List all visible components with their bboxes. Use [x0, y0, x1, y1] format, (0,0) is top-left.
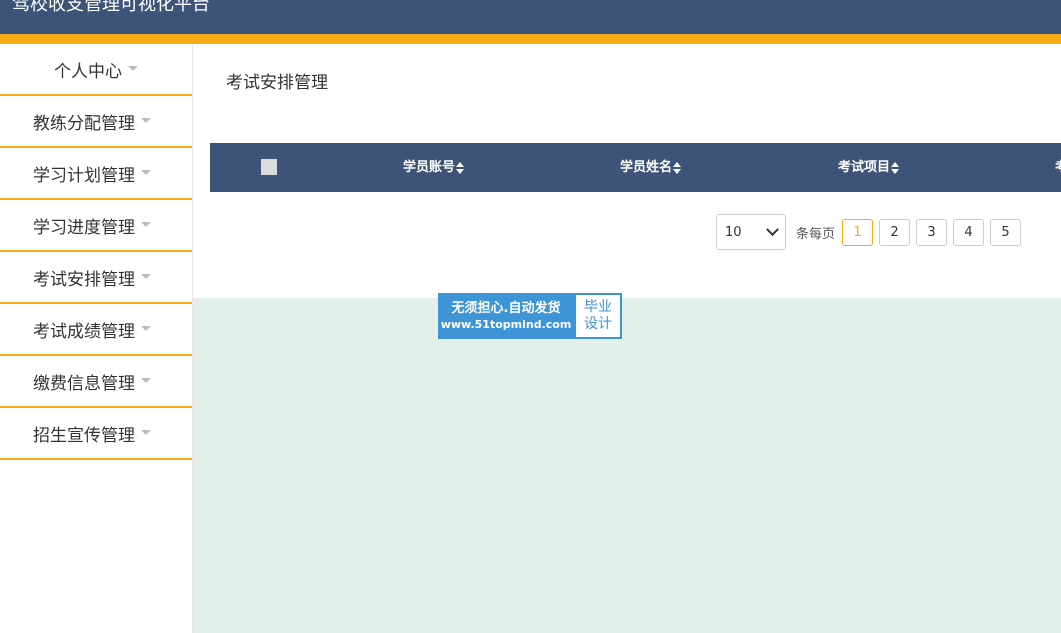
sidebar-item-enrollment-promo[interactable]: 招生宣传管理	[0, 408, 192, 460]
column-label: 考试项目	[838, 160, 891, 175]
page-title: 考试安排管理	[226, 73, 328, 93]
chevron-down-icon	[766, 222, 779, 236]
page-button-3[interactable]: 3	[916, 218, 948, 246]
sidebar-item-label: 学习进度管理	[33, 217, 135, 238]
column-header-truncated[interactable]: 考	[1055, 143, 1061, 192]
column-header-student-account[interactable]: 学员账号	[403, 143, 465, 192]
watermark-badge-line: 设计	[584, 316, 612, 332]
sidebar-item-label: 招生宣传管理	[33, 425, 135, 446]
caret-down-icon	[141, 117, 151, 123]
header-accent-bar	[0, 34, 1061, 44]
top-header: 驾校收支管理可视化平台	[0, 0, 1061, 34]
sidebar-item-exam-schedule[interactable]: 考试安排管理	[0, 252, 192, 304]
watermark-badge: 毕业 设计	[574, 293, 622, 339]
column-label: 学员账号	[403, 160, 456, 175]
sidebar-item-coach-assignment[interactable]: 教练分配管理	[0, 96, 192, 148]
sidebar-item-label: 缴费信息管理	[33, 373, 135, 394]
caret-down-icon	[141, 429, 151, 435]
sidebar-item-label: 学习计划管理	[33, 165, 135, 186]
pagination: 10 条每页 1 2 3 4 5	[716, 214, 1027, 250]
page-size-value: 10	[725, 224, 742, 240]
sidebar-item-label: 考试安排管理	[33, 269, 135, 290]
caret-down-icon	[141, 169, 151, 175]
sidebar: 个人中心 教练分配管理 学习计划管理 学习进度管理 考试安排管理 考试成绩管理 …	[0, 44, 193, 633]
sidebar-item-study-progress[interactable]: 学习进度管理	[0, 200, 192, 252]
sort-icon[interactable]	[456, 161, 465, 174]
page-button-2[interactable]: 2	[879, 218, 911, 246]
sort-icon[interactable]	[673, 161, 682, 174]
column-label: 学员姓名	[620, 160, 673, 175]
sidebar-item-study-plan[interactable]: 学习计划管理	[0, 148, 192, 200]
table-header: 学员账号 学员姓名 考试项目 考	[210, 143, 1061, 192]
page-button-5[interactable]: 5	[990, 218, 1022, 246]
caret-down-icon	[141, 377, 151, 383]
per-page-label: 条每页	[796, 226, 836, 242]
caret-down-icon	[128, 65, 138, 71]
column-header-student-name[interactable]: 学员姓名	[620, 143, 682, 192]
select-all-checkbox[interactable]	[261, 159, 277, 175]
watermark-url: www.51topmind.com	[440, 318, 572, 331]
sidebar-item-personal-center[interactable]: 个人中心	[0, 44, 192, 96]
caret-down-icon	[141, 221, 151, 227]
sort-icon[interactable]	[891, 161, 900, 174]
caret-down-icon	[141, 273, 151, 279]
sidebar-item-exam-scores[interactable]: 考试成绩管理	[0, 304, 192, 356]
page-size-select[interactable]: 10	[716, 214, 786, 250]
column-label: 考	[1055, 160, 1061, 175]
watermark-banner: 无须担心.自动发货 www.51topmind.com 毕业 设计	[438, 293, 622, 339]
main-content: 考试安排管理 学员账号 学员姓名 考试项目 考 10 条每页 1 2 3 4 5	[193, 44, 1061, 298]
sidebar-item-label: 教练分配管理	[33, 113, 135, 134]
sidebar-item-label: 个人中心	[54, 61, 122, 82]
page-button-4[interactable]: 4	[953, 218, 985, 246]
sidebar-item-payment-info[interactable]: 缴费信息管理	[0, 356, 192, 408]
watermark-text-block: 无须担心.自动发货 www.51topmind.com	[438, 293, 574, 339]
page-button-1[interactable]: 1	[842, 218, 874, 246]
watermark-badge-line: 毕业	[584, 299, 612, 315]
column-header-exam-item[interactable]: 考试项目	[838, 143, 900, 192]
caret-down-icon	[141, 325, 151, 331]
watermark-slogan: 无须担心.自动发货	[451, 301, 561, 316]
sidebar-item-label: 考试成绩管理	[33, 321, 135, 342]
app-title: 驾校收支管理可视化平台	[12, 0, 210, 15]
